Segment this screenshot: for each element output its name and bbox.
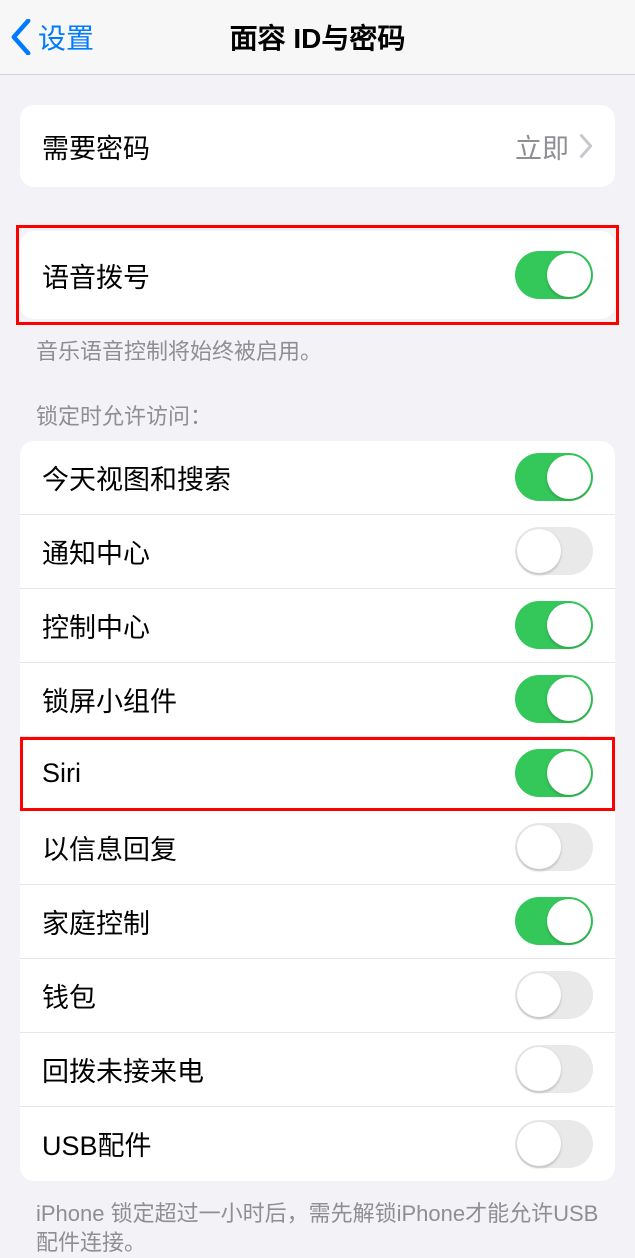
lock-access-label: 通知中心 <box>42 532 150 571</box>
lock-access-row[interactable]: 以信息回复 <box>20 811 615 885</box>
voice-dial-label: 语音拨号 <box>42 256 150 295</box>
lock-access-toggle[interactable] <box>515 1045 593 1093</box>
usb-footer: iPhone 锁定超过一小时后，需先解锁iPhone才能允许USB 配件连接。 <box>0 1189 635 1258</box>
nav-bar: 设置 面容 ID与密码 <box>0 0 635 75</box>
lock-access-row[interactable]: Siri <box>20 737 615 811</box>
require-passcode-value: 立即 <box>515 127 569 166</box>
lock-access-header: 锁定时允许访问： <box>0 367 635 441</box>
page-title: 面容 ID与密码 <box>0 17 635 57</box>
toggle-knob <box>517 825 561 869</box>
lock-access-row[interactable]: USB配件 <box>20 1107 615 1181</box>
toggle-knob <box>547 455 591 499</box>
toggle-knob <box>547 603 591 647</box>
back-label: 设置 <box>38 17 94 57</box>
chevron-left-icon <box>10 19 32 55</box>
lock-access-toggle[interactable] <box>515 527 593 575</box>
lock-access-toggle[interactable] <box>515 749 593 797</box>
back-button[interactable]: 设置 <box>10 17 94 57</box>
lock-access-label: 锁屏小组件 <box>42 680 177 719</box>
lock-access-row[interactable]: 控制中心 <box>20 589 615 663</box>
toggle-knob <box>517 1047 561 1091</box>
passcode-group: 需要密码 立即 <box>20 105 615 187</box>
lock-access-toggle[interactable] <box>515 601 593 649</box>
require-passcode-label: 需要密码 <box>42 127 150 166</box>
lock-access-label: Siri <box>42 758 81 789</box>
lock-access-row[interactable]: 通知中心 <box>20 515 615 589</box>
toggle-knob <box>517 1122 561 1166</box>
lock-access-toggle[interactable] <box>515 1120 593 1168</box>
lock-access-label: 今天视图和搜索 <box>42 458 231 497</box>
lock-access-group: 今天视图和搜索通知中心控制中心锁屏小组件 Siri 以信息回复家庭控制钱包回拨未接来… <box>20 441 615 1181</box>
lock-access-toggle[interactable] <box>515 897 593 945</box>
lock-access-row[interactable]: 回拨未接来电 <box>20 1033 615 1107</box>
lock-access-label: 钱包 <box>42 976 96 1015</box>
lock-access-toggle[interactable] <box>515 453 593 501</box>
lock-access-label: 控制中心 <box>42 606 150 645</box>
toggle-knob <box>547 899 591 943</box>
lock-access-label: 回拨未接来电 <box>42 1050 204 1089</box>
toggle-knob <box>547 677 591 721</box>
lock-access-toggle[interactable] <box>515 971 593 1019</box>
lock-access-toggle[interactable] <box>515 823 593 871</box>
lock-access-row[interactable]: 今天视图和搜索 <box>20 441 615 515</box>
voice-dial-row[interactable]: 语音拨号 <box>20 231 615 319</box>
lock-access-row[interactable]: 锁屏小组件 <box>20 663 615 737</box>
lock-access-row[interactable]: 钱包 <box>20 959 615 1033</box>
toggle-knob <box>547 751 591 795</box>
voice-dial-toggle[interactable] <box>515 251 593 299</box>
toggle-knob <box>547 253 591 297</box>
lock-access-label: 家庭控制 <box>42 902 150 941</box>
lock-access-label: 以信息回复 <box>42 828 177 867</box>
chevron-right-icon <box>579 134 593 158</box>
row-right: 立即 <box>515 127 593 166</box>
toggle-knob <box>517 973 561 1017</box>
require-passcode-row[interactable]: 需要密码 立即 <box>20 105 615 187</box>
toggle-knob <box>517 529 561 573</box>
lock-access-row[interactable]: 家庭控制 <box>20 885 615 959</box>
content: 需要密码 立即 语音拨号 音乐语音控制将始终被启用。 锁定时允许访问： 今天视图… <box>0 105 635 1258</box>
voice-dial-footer: 音乐语音控制将始终被启用。 <box>0 327 635 367</box>
voice-dial-group: 语音拨号 <box>20 231 615 319</box>
lock-access-toggle[interactable] <box>515 675 593 723</box>
lock-access-label: USB配件 <box>42 1124 152 1163</box>
